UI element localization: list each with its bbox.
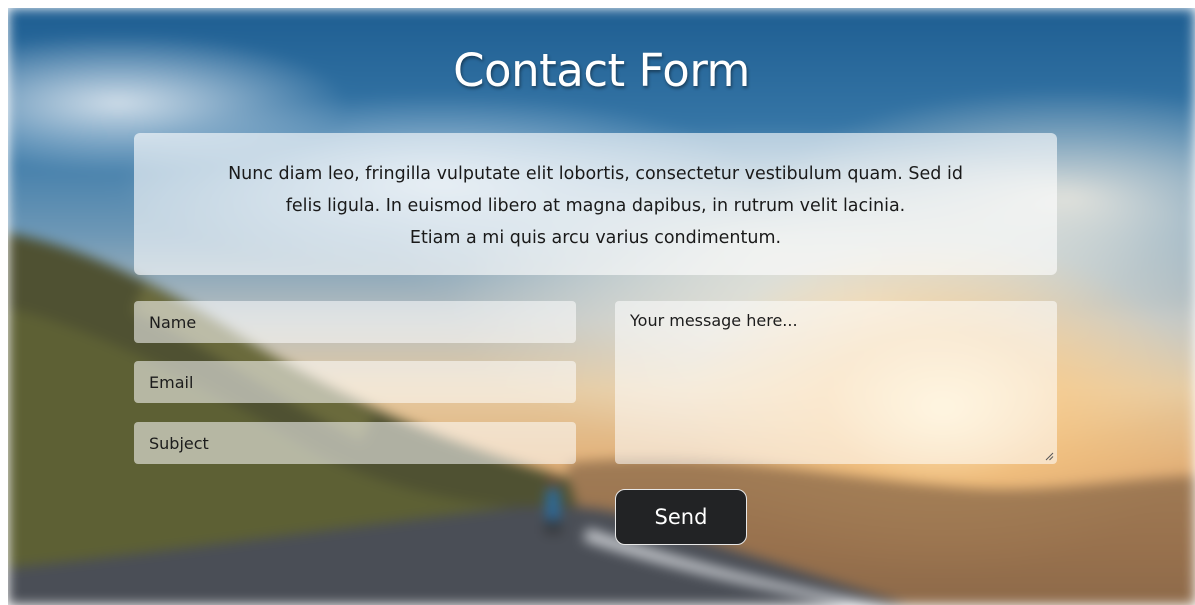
intro-panel: Nunc diam leo, fringilla vulputate elit … xyxy=(134,133,1057,275)
page-frame: Contact Form Nunc diam leo, fringilla vu… xyxy=(8,8,1195,605)
page-title: Contact Form xyxy=(453,44,750,97)
intro-line-1: Nunc diam leo, fringilla vulputate elit … xyxy=(228,164,963,184)
intro-line-3: Etiam a mi quis arcu varius condimentum. xyxy=(409,228,782,248)
subject-input[interactable] xyxy=(134,422,576,464)
resize-grip-icon[interactable] xyxy=(1044,451,1054,461)
email-input[interactable] xyxy=(134,361,576,403)
send-button[interactable]: Send xyxy=(615,489,747,545)
intro-line-2: felis ligula. In euismod libero at magna… xyxy=(285,196,906,216)
name-input[interactable] xyxy=(134,301,576,343)
message-textarea[interactable] xyxy=(615,301,1057,464)
